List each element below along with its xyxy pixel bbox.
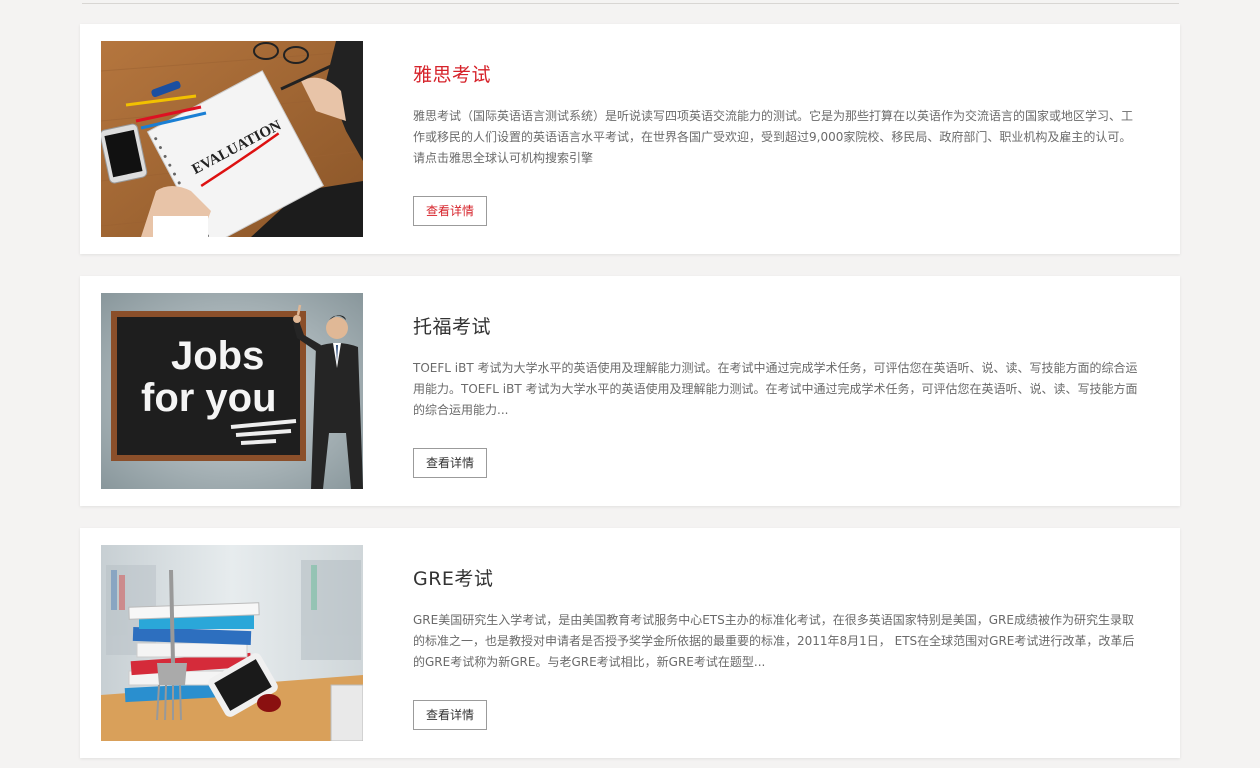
jobs-image-text: Jobs (171, 334, 264, 378)
exam-card-toefl: Jobs for you 托福考试 TOEFL iBT 考试为大学水平的英语使用… (80, 276, 1180, 506)
exam-description: 雅思考试（国际英语语言测试系统）是听说读写四项英语交流能力的测试。它是为那些打算… (413, 109, 1134, 165)
books-stack-photo[interactable] (101, 545, 363, 741)
view-details-button[interactable]: 查看详情 (413, 196, 487, 226)
top-divider (82, 3, 1179, 4)
jobs-chalkboard-photo[interactable]: Jobs for you (101, 293, 363, 489)
evaluation-notebook-photo[interactable]: EVALUATION (101, 41, 363, 237)
exam-card-gre: GRE考试 GRE美国研究生入学考试，是由美国教育考试服务中心ETS主办的标准化… (80, 528, 1180, 758)
view-details-button[interactable]: 查看详情 (413, 700, 487, 730)
exam-description: TOEFL iBT 考试为大学水平的英语使用及理解能力测试。在考试中通过完成学术… (413, 361, 1138, 417)
exam-description: GRE美国研究生入学考试，是由美国教育考试服务中心ETS主办的标准化考试，在很多… (413, 613, 1135, 669)
exam-title[interactable]: GRE考试 (413, 564, 493, 591)
exam-title[interactable]: 托福考试 (413, 312, 491, 339)
view-details-button[interactable]: 查看详情 (413, 448, 487, 478)
exam-card-ielts: EVALUATION 雅思考试 雅思考试（国际英语语言测试系统）是听说读写四项英… (80, 24, 1180, 254)
exam-title[interactable]: 雅思考试 (413, 60, 491, 87)
for-you-image-text: for you (141, 376, 277, 420)
